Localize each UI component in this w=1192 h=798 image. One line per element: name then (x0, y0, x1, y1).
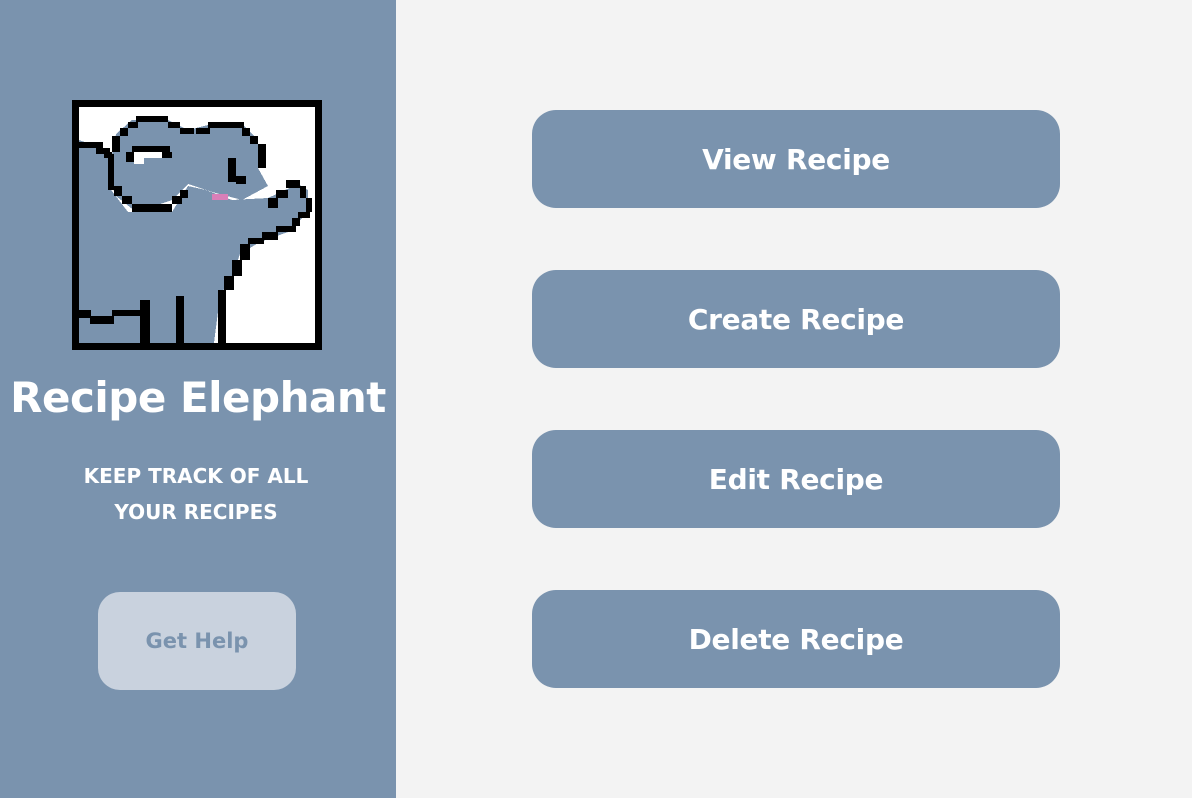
edit-recipe-button[interactable]: Edit Recipe (532, 430, 1060, 528)
create-recipe-button[interactable]: Create Recipe (532, 270, 1060, 368)
tagline-line-1: KEEP TRACK OF ALL (83, 464, 309, 488)
get-help-button[interactable]: Get Help (98, 592, 296, 690)
delete-recipe-button[interactable]: Delete Recipe (532, 590, 1060, 688)
tagline: KEEP TRACK OF ALL YOUR RECIPES (60, 458, 332, 530)
tagline-line-2: YOUR RECIPES (114, 500, 278, 524)
sidebar: Recipe Elephant KEEP TRACK OF ALL YOUR R… (0, 0, 396, 798)
app-window: Recipe Elephant KEEP TRACK OF ALL YOUR R… (0, 0, 1192, 798)
app-title: Recipe Elephant (10, 373, 386, 422)
view-recipe-button[interactable]: View Recipe (532, 110, 1060, 208)
pixel-elephant-icon (72, 100, 322, 350)
